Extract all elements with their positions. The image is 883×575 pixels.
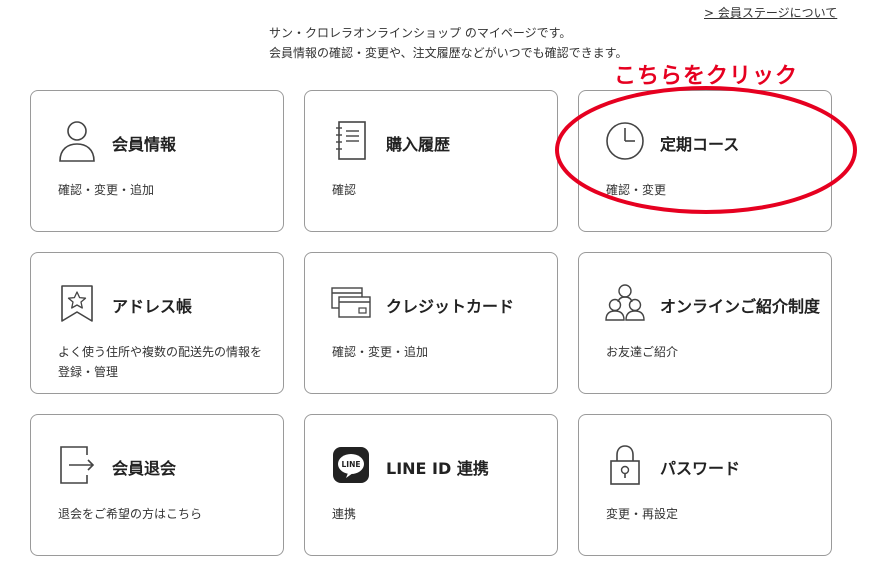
card-desc: よく使う住所や複数の配送先の情報を登録・管理: [58, 345, 263, 379]
card-desc: 確認・変更: [606, 183, 667, 197]
person-icon: [57, 119, 97, 163]
card-purchase-history[interactable]: 購入履歴 確認: [304, 90, 558, 232]
intro-line: 会員情報の確認・変更や、注文履歴などがいつでも確認できます。: [269, 46, 628, 60]
card-credit-card[interactable]: クレジットカード 確認・変更・追加: [304, 252, 558, 394]
card-member-info[interactable]: 会員情報 確認・変更・追加: [30, 90, 284, 232]
card-desc: 変更・再設定: [606, 507, 679, 521]
card-title: パスワード: [660, 459, 741, 478]
card-title: クレジットカード: [386, 297, 515, 316]
card-title: 購入履歴: [386, 135, 451, 154]
card-password[interactable]: パスワード 変更・再設定: [578, 414, 832, 556]
card-desc: 確認・変更・追加: [58, 183, 155, 197]
card-title: LINE ID 連携: [386, 459, 489, 478]
card-desc: お友達ご紹介: [606, 345, 679, 359]
credit-card-icon: [331, 281, 371, 325]
people-group-icon: [605, 281, 645, 325]
notebook-icon: [331, 119, 371, 163]
card-referral-program[interactable]: オンラインご紹介制度 お友達ご紹介: [578, 252, 832, 394]
exit-icon: [57, 443, 97, 487]
card-address-book[interactable]: アドレス帳 よく使う住所や複数の配送先の情報を登録・管理: [30, 252, 284, 394]
card-desc: 確認: [332, 183, 357, 197]
click-here-annotation: こちらをクリック: [614, 64, 799, 89]
card-desc: 退会をご希望の方はこちら: [58, 507, 203, 521]
clock-icon: [605, 119, 645, 163]
member-stage-link[interactable]: > 会員ステージについて: [704, 4, 837, 21]
card-withdraw[interactable]: 会員退会 退会をご希望の方はこちら: [30, 414, 284, 556]
line-icon: LINE: [331, 443, 371, 487]
card-title: オンラインご紹介制度: [660, 297, 821, 316]
star-bookmark-icon: [57, 281, 97, 325]
card-title: 会員退会: [112, 459, 177, 478]
card-desc: 確認・変更・追加: [332, 345, 429, 359]
card-desc: 連携: [332, 507, 357, 521]
intro-text: サン・クロレラオンラインショップ のマイページです。 会員情報の確認・変更や、注…: [269, 23, 627, 63]
card-line-link[interactable]: LINE LINE ID 連携 連携: [304, 414, 558, 556]
mypage: > 会員ステージについて サン・クロレラオンラインショップ のマイページです。 …: [0, 0, 883, 575]
card-title: 定期コース: [660, 135, 740, 154]
intro-line: サン・クロレラオンラインショップ のマイページです。: [269, 26, 572, 40]
card-regular-course[interactable]: 定期コース 確認・変更: [578, 90, 832, 232]
card-title: アドレス帳: [112, 297, 193, 316]
lock-icon: [605, 443, 645, 487]
line-icon-text: LINE: [342, 460, 361, 469]
card-title: 会員情報: [112, 135, 177, 154]
